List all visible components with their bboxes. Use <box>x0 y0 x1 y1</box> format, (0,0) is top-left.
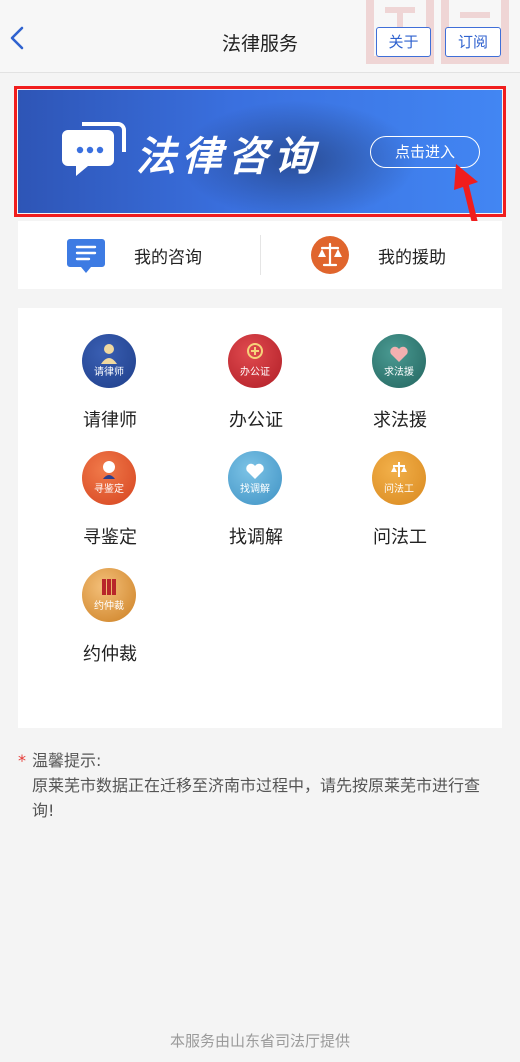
services-grid: 请律师 请律师 办公证 办公证 求法援 求法援 寻鉴定 寻鉴定 找调解 找调解 <box>18 308 502 728</box>
service-legal-worker-label: 问法工 <box>373 527 427 548</box>
quick-links: 我的咨询 我的援助 <box>18 221 502 289</box>
arbitration-icon: 约仲裁 <box>82 568 136 622</box>
appraisal-icon: 寻鉴定 <box>82 451 136 505</box>
lawyer-icon: 请律师 <box>82 334 136 388</box>
subscribe-button[interactable]: 订阅 <box>445 27 501 57</box>
top-nav-bar: 法律服务 关于 订阅 <box>0 0 520 73</box>
service-notary[interactable]: 办公证 办公证 <box>196 308 316 431</box>
service-mediation-label: 找调解 <box>229 527 283 548</box>
notice-body: 原莱芜市数据正在迁移至济南市过程中，请先按原莱芜市进行查询! <box>32 776 481 820</box>
notice-title: 温馨提示: <box>32 751 102 770</box>
asterisk-icon: * <box>18 751 26 770</box>
service-legal-aid[interactable]: 求法援 求法援 <box>340 308 460 431</box>
highlight-box <box>14 86 506 217</box>
service-arbitration-label: 约仲裁 <box>83 644 137 665</box>
notice: * 温馨提示: 原莱芜市数据正在迁移至济南市过程中，请先按原莱芜市进行查询! <box>18 748 502 823</box>
my-aid-link[interactable]: 我的援助 <box>260 221 502 289</box>
my-consult-link[interactable]: 我的咨询 <box>18 221 260 289</box>
service-arbitration[interactable]: 约仲裁 约仲裁 <box>50 542 170 665</box>
service-lawyer[interactable]: 请律师 请律师 <box>50 308 170 431</box>
chat-list-icon <box>67 239 105 273</box>
notary-icon: 办公证 <box>228 334 282 388</box>
mediation-icon: 找调解 <box>228 451 282 505</box>
service-legal-worker[interactable]: 问法工 问法工 <box>340 425 460 548</box>
page-title: 法律服务 <box>221 33 298 55</box>
scales-icon <box>311 236 349 274</box>
my-consult-label: 我的咨询 <box>134 248 202 268</box>
service-appraisal[interactable]: 寻鉴定 寻鉴定 <box>50 425 170 548</box>
about-button[interactable]: 关于 <box>376 27 431 57</box>
legal-worker-icon: 问法工 <box>372 451 426 505</box>
footer-text: 本服务由山东省司法厅提供 <box>169 1032 350 1050</box>
my-aid-label: 我的援助 <box>378 248 446 268</box>
legal-aid-icon: 求法援 <box>372 334 426 388</box>
service-mediation[interactable]: 找调解 找调解 <box>196 425 316 548</box>
